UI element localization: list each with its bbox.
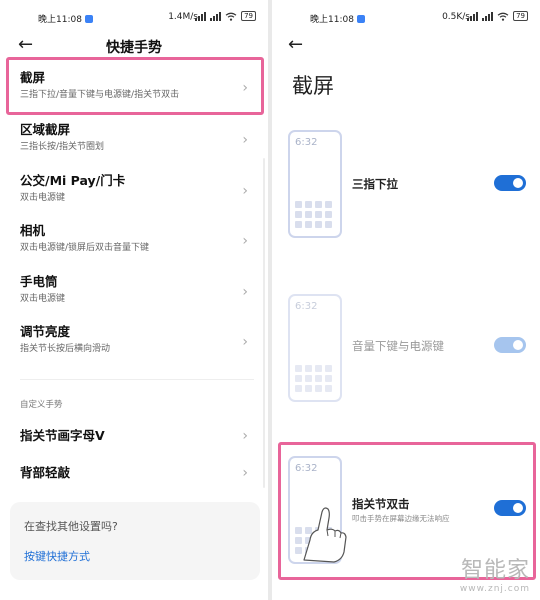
notification-icon <box>356 15 365 23</box>
phone-illustration: 6:32 <box>288 294 342 402</box>
search-question: 在查找其他设置吗? <box>24 520 118 533</box>
chevron-right-icon: › <box>242 80 248 96</box>
status-bar: 晚上11:08 1.4M/s 79 <box>0 0 268 28</box>
chevron-right-icon: › <box>242 183 248 199</box>
status-icons: 79 <box>467 11 528 21</box>
three-finger-toggle[interactable] <box>494 175 526 191</box>
chevron-right-icon: › <box>242 334 248 350</box>
button-shortcuts-link[interactable]: 按键快捷方式 <box>24 548 90 564</box>
status-time: 晚上11:08 <box>310 12 365 25</box>
chevron-right-icon: › <box>242 233 248 249</box>
list-item-camera[interactable]: 相机 双击电源键/锁屏后双击音量下键 › <box>20 223 254 267</box>
search-suggestion-card: 在查找其他设置吗? 按键快捷方式 <box>10 502 260 580</box>
hand-icon <box>303 507 347 563</box>
signal-icon <box>195 11 207 21</box>
status-icons: 79 <box>195 11 256 21</box>
divider <box>20 379 254 380</box>
signal-icon <box>210 11 222 21</box>
back-button[interactable]: ← <box>288 36 303 54</box>
screenshot-settings-screen: 晚上11:08 0.5K/s 79 ← 截屏 6:32 三指下拉 6:32 音量… <box>272 0 540 600</box>
volume-power-toggle[interactable] <box>494 337 526 353</box>
status-bar: 晚上11:08 0.5K/s 79 <box>272 0 540 28</box>
option-label: 指关节双击 <box>352 497 410 511</box>
wifi-icon <box>497 12 509 21</box>
network-speed: 1.4M/s <box>168 12 198 22</box>
knuckle-double-tap-toggle[interactable] <box>494 500 526 516</box>
notification-icon <box>84 15 93 23</box>
phone-illustration: 6:32 <box>288 130 342 238</box>
option-label: 音量下键与电源键 <box>352 339 444 353</box>
scrollbar[interactable] <box>263 158 265 488</box>
signal-icon <box>467 11 479 21</box>
watermark: 智能家 www.znj.com <box>459 558 530 594</box>
gestures-screen: 晚上11:08 1.4M/s 79 ← 快捷手势 截屏 三指下拉/音量下键与电源… <box>0 0 268 600</box>
list-item-screenshot[interactable]: 截屏 三指下拉/音量下键与电源键/指关节双击 › <box>20 70 254 114</box>
list-item-area-screenshot[interactable]: 区域截屏 三指长按/指关节圈划 › <box>20 122 254 166</box>
signal-icon <box>482 11 494 21</box>
phone-illustration: 6:32 <box>288 456 347 564</box>
list-item-flashlight[interactable]: 手电筒 双击电源键 › <box>20 274 254 318</box>
section-label: 自定义手势 <box>20 400 63 410</box>
chevron-right-icon: › <box>242 465 248 481</box>
status-time: 晚上11:08 <box>38 12 93 25</box>
wifi-icon <box>225 12 237 21</box>
list-item-brightness[interactable]: 调节亮度 指关节长按后横向滑动 › <box>20 324 254 368</box>
option-description: 叩击手势在屏幕边缘无法响应 <box>352 514 450 523</box>
battery-icon: 79 <box>513 11 528 21</box>
page-title: 快捷手势 <box>106 40 162 56</box>
option-label: 三指下拉 <box>352 177 398 191</box>
battery-icon: 79 <box>241 11 256 21</box>
list-item-transit-card[interactable]: 公交/Mi Pay/门卡 双击电源键 › <box>20 173 254 217</box>
chevron-right-icon: › <box>242 428 248 444</box>
network-speed: 0.5K/s <box>442 12 470 22</box>
page-title: 截屏 <box>292 74 334 98</box>
chevron-right-icon: › <box>242 284 248 300</box>
chevron-right-icon: › <box>242 132 248 148</box>
